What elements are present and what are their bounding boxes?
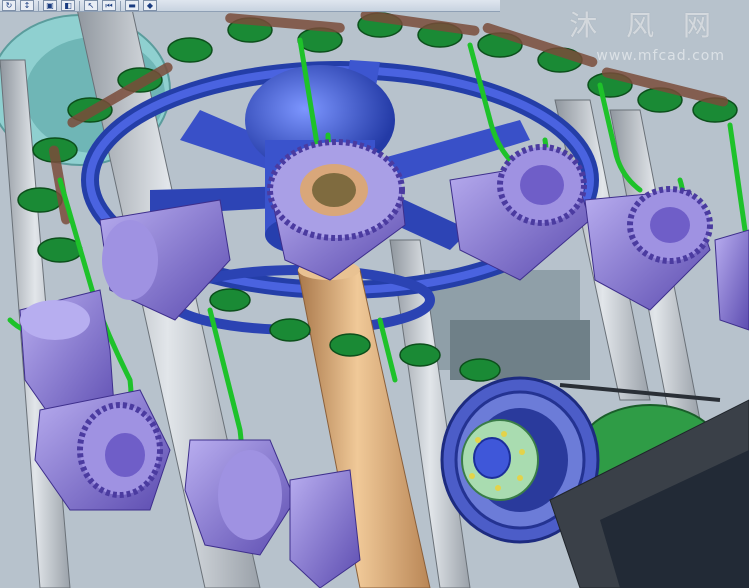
assembly-scene[interactable]	[0, 0, 749, 588]
view-orientation-icon[interactable]: ◧	[61, 0, 75, 11]
pan-arrows-icon[interactable]: ↕	[20, 0, 34, 11]
view-toolbar: ↻ ↕ ▣ ◧ ↖ ⏮ ▬ ◆	[0, 0, 500, 12]
rotate-view-icon[interactable]: ↻	[2, 0, 16, 11]
appearance-icon[interactable]: ◆	[143, 0, 157, 11]
bevel-gear-right-3	[714, 229, 749, 331]
standard-views-icon[interactable]: ▣	[43, 0, 57, 11]
watermark: 沐 风 网	[569, 9, 721, 42]
toolbar-separator	[79, 0, 80, 11]
toolbar-separator	[120, 0, 121, 11]
watermark-url: www.mfcad.com	[596, 48, 725, 64]
model-viewport[interactable]: ↻ ↕ ▣ ◧ ↖ ⏮ ▬ ◆ 沐 风 网 www.mfcad.com	[0, 0, 749, 588]
toolbar-separator	[38, 0, 39, 11]
display-style-icon[interactable]: ▬	[125, 0, 139, 11]
previous-view-icon[interactable]: ⏮	[102, 0, 116, 11]
select-icon[interactable]: ↖	[84, 0, 98, 11]
